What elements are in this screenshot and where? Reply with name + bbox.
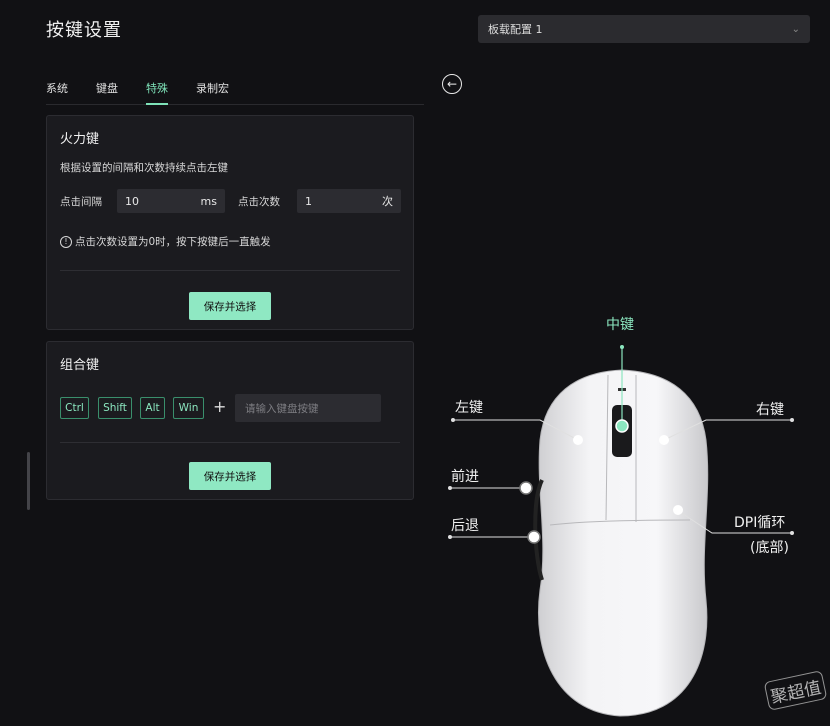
forward-button-label[interactable]: 前进 xyxy=(451,466,479,486)
middle-button-hotspot xyxy=(615,419,629,433)
left-button-label[interactable]: 左键 xyxy=(455,397,483,417)
mouse-illustration xyxy=(448,345,794,717)
forward-button-hotspot xyxy=(519,481,533,495)
right-button-hotspot xyxy=(659,435,669,445)
dpi-button-label[interactable]: DPI循环 xyxy=(734,512,785,532)
dpi-button-sublabel: (底部) xyxy=(750,540,789,556)
middle-button-label[interactable]: 中键 xyxy=(606,314,634,334)
back-button-hotspot xyxy=(527,530,541,544)
dpi-button-hotspot xyxy=(673,505,683,515)
left-button-hotspot xyxy=(573,435,583,445)
back-button-label[interactable]: 后退 xyxy=(451,515,479,535)
right-button-label[interactable]: 右键 xyxy=(756,399,784,419)
